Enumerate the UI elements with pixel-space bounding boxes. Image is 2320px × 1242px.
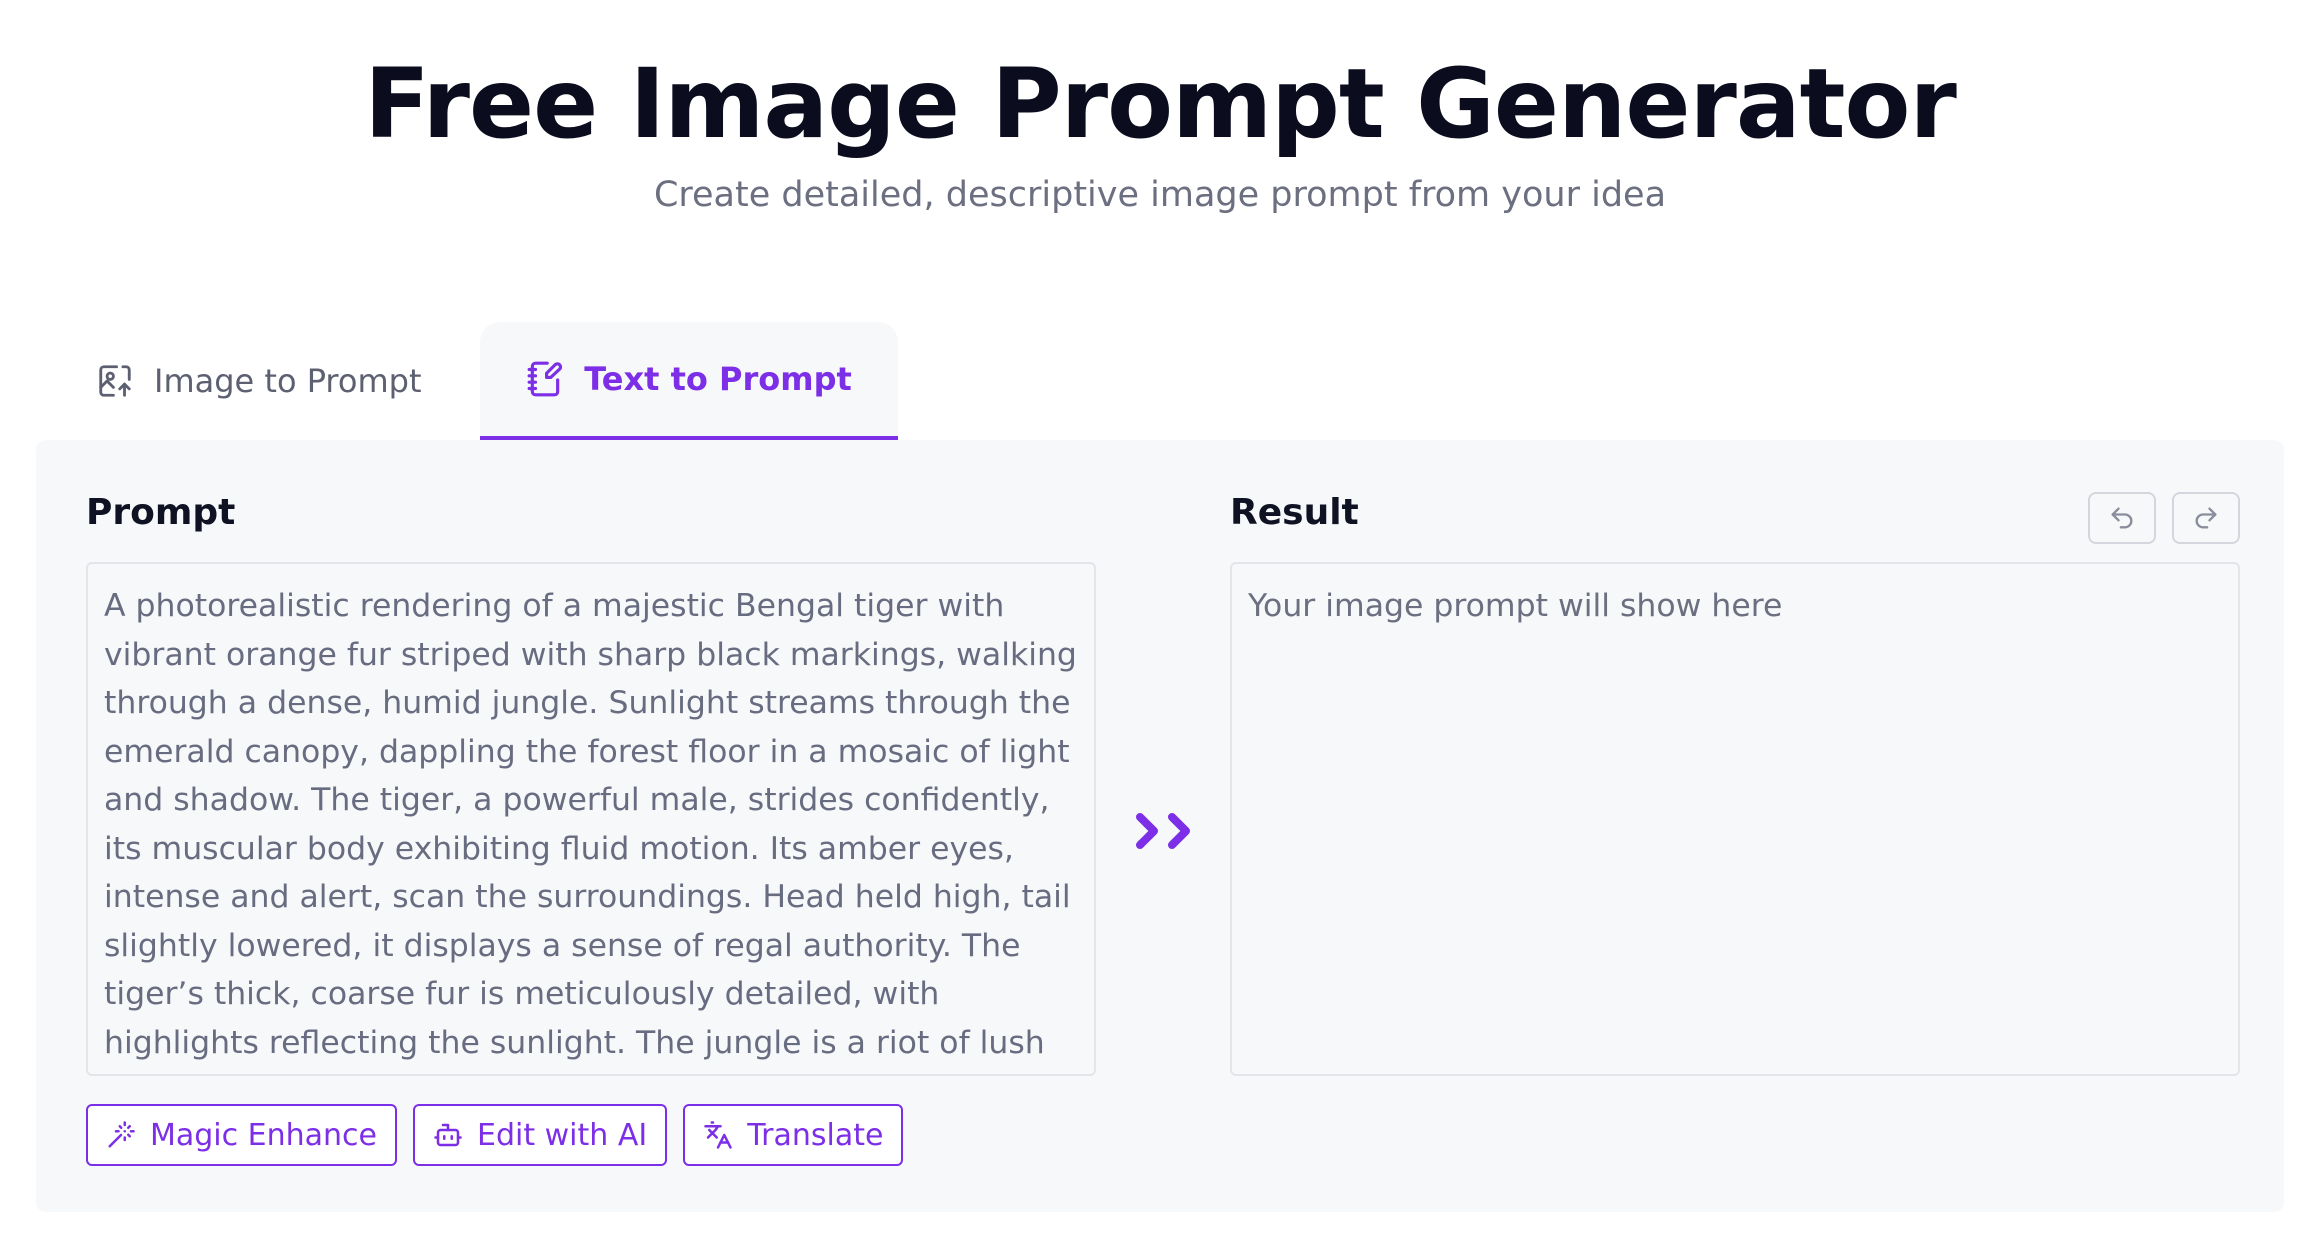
image-upload-icon [96, 362, 134, 400]
tab-text-to-prompt[interactable]: Text to Prompt [480, 322, 898, 440]
prompt-label: Prompt [86, 492, 236, 533]
tab-image-to-prompt-label: Image to Prompt [154, 362, 422, 400]
tab-image-to-prompt[interactable]: Image to Prompt [96, 322, 421, 440]
page-title: Free Image Prompt Generator [364, 48, 1957, 160]
magic-enhance-button[interactable]: Magic Enhance [86, 1104, 398, 1166]
prompt-actions: Magic Enhance Edit with AI Translate [86, 1104, 904, 1166]
redo-icon [2195, 507, 2217, 529]
magic-wand-icon [106, 1120, 136, 1150]
edit-with-ai-button[interactable]: Edit with AI [413, 1104, 668, 1166]
notebook-pen-icon [526, 360, 564, 398]
undo-button[interactable] [2088, 492, 2156, 544]
translate-button[interactable]: Translate [683, 1104, 904, 1166]
page-subtitle: Create detailed, descriptive image promp… [653, 175, 1667, 215]
prompt-input[interactable]: A photorealistic rendering of a majestic… [86, 562, 1096, 1076]
translate-label: Translate [747, 1117, 884, 1153]
redo-button[interactable] [2172, 492, 2240, 544]
robot-icon [433, 1120, 463, 1150]
edit-with-ai-label: Edit with AI [477, 1117, 648, 1153]
tab-bar: Image to Prompt Text to Prompt [72, 322, 1072, 440]
generate-arrow-button[interactable] [1130, 808, 1204, 854]
tab-text-to-prompt-label: Text to Prompt [584, 360, 852, 398]
result-label: Result [1230, 492, 1359, 533]
generator-panel: Prompt A photorealistic rendering of a m… [36, 440, 2284, 1212]
double-chevron-right-icon [1136, 813, 1190, 849]
result-output[interactable]: Your image prompt will show here [1230, 562, 2240, 1076]
magic-enhance-label: Magic Enhance [150, 1117, 378, 1153]
undo-icon [2111, 507, 2133, 529]
page: Free Image Prompt Generator Create detai… [0, 0, 2320, 1242]
translate-icon [703, 1120, 733, 1150]
